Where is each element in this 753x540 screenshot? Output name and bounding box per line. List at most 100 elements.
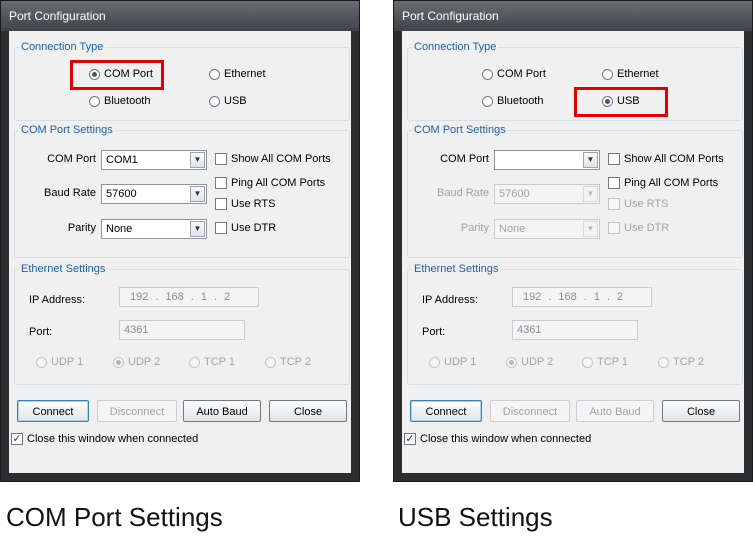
checkbox-box bbox=[215, 222, 227, 234]
ping-all-com-ports-checkbox[interactable]: Ping All COM Ports bbox=[215, 177, 325, 189]
radio-dot-icon bbox=[209, 95, 220, 107]
auto-baud-button[interactable]: Auto Baud bbox=[576, 400, 654, 422]
ip-octet: 2 bbox=[617, 291, 624, 303]
disconnect-button[interactable]: Disconnect bbox=[97, 400, 177, 422]
baud-rate-label: Baud Rate bbox=[44, 187, 96, 199]
chevron-down-icon[interactable]: ▼ bbox=[583, 152, 598, 168]
radio-label: TCP 1 bbox=[597, 356, 628, 368]
checkbox-label: Use DTR bbox=[231, 222, 277, 234]
radio-udp2[interactable]: UDP 2 bbox=[506, 356, 553, 368]
radio-tcp2[interactable]: TCP 2 bbox=[658, 356, 704, 368]
use-rts-checkbox[interactable]: Use RTS bbox=[608, 198, 668, 210]
radio-bluetooth[interactable]: Bluetooth bbox=[89, 95, 150, 107]
radio-tcp1[interactable]: TCP 1 bbox=[189, 356, 235, 368]
window-title: Port Configuration bbox=[394, 1, 752, 31]
ip-octet: 192 bbox=[130, 291, 149, 303]
ip-octet: 1 bbox=[200, 291, 207, 303]
radio-udp1[interactable]: UDP 1 bbox=[36, 356, 83, 368]
radio-ethernet[interactable]: Ethernet bbox=[209, 68, 266, 80]
ip-address-field[interactable]: 192. 168. 1. 2 bbox=[512, 287, 652, 307]
show-all-com-ports-checkbox[interactable]: Show All COM Ports bbox=[608, 153, 724, 165]
chevron-down-icon[interactable]: ▼ bbox=[583, 186, 598, 202]
baud-rate-select[interactable]: 57600 ▼ bbox=[101, 184, 207, 204]
radio-com-port[interactable]: COM Port bbox=[482, 68, 546, 80]
com-port-select[interactable]: ▼ bbox=[494, 150, 600, 170]
checkbox-label: Close this window when connected bbox=[420, 433, 592, 445]
radio-dot-icon bbox=[265, 356, 276, 368]
checkbox-label: Use RTS bbox=[624, 198, 669, 210]
radio-label: UDP 2 bbox=[128, 356, 161, 368]
checkbox-box bbox=[215, 153, 227, 165]
chevron-down-icon[interactable]: ▼ bbox=[190, 221, 205, 237]
checkbox-label: Use DTR bbox=[624, 222, 670, 234]
com-port-select[interactable]: COM1 ▼ bbox=[101, 150, 207, 170]
radio-udp1[interactable]: UDP 1 bbox=[429, 356, 476, 368]
radio-label: UDP 1 bbox=[51, 356, 84, 368]
radio-tcp1[interactable]: TCP 1 bbox=[582, 356, 628, 368]
radio-dot-icon bbox=[506, 356, 517, 368]
chevron-down-icon[interactable]: ▼ bbox=[583, 221, 598, 237]
radio-label: Ethernet bbox=[617, 68, 659, 80]
checkbox-label: Use RTS bbox=[231, 198, 276, 210]
radio-dot-icon bbox=[429, 356, 440, 368]
radio-label: USB bbox=[224, 95, 247, 107]
com-port-label: COM Port bbox=[440, 153, 489, 165]
disconnect-button[interactable]: Disconnect bbox=[490, 400, 570, 422]
radio-label: TCP 1 bbox=[204, 356, 235, 368]
checkbox-label: Ping All COM Ports bbox=[624, 177, 719, 189]
baud-rate-label: Baud Rate bbox=[437, 187, 489, 199]
close-when-connected-checkbox[interactable]: ✓ Close this window when connected bbox=[11, 433, 198, 445]
caption-usb-settings: USB Settings bbox=[398, 502, 553, 532]
window-title: Port Configuration bbox=[1, 1, 359, 31]
use-rts-checkbox[interactable]: Use RTS bbox=[215, 198, 275, 210]
close-button[interactable]: Close bbox=[269, 400, 347, 422]
radio-dot-icon bbox=[209, 68, 220, 80]
close-when-connected-checkbox[interactable]: ✓ Close this window when connected bbox=[404, 433, 591, 445]
radio-label: UDP 1 bbox=[444, 356, 477, 368]
radio-label: UDP 2 bbox=[521, 356, 554, 368]
checkbox-box bbox=[608, 177, 620, 189]
ping-all-com-ports-checkbox[interactable]: Ping All COM Ports bbox=[608, 177, 718, 189]
ip-address-field[interactable]: 192. 168. 1. 2 bbox=[119, 287, 259, 307]
ip-address-label: IP Address: bbox=[29, 294, 86, 306]
com-port-settings-legend: COM Port Settings bbox=[414, 124, 506, 136]
ethernet-settings-legend: Ethernet Settings bbox=[414, 263, 499, 275]
port-field[interactable]: 4361 bbox=[119, 320, 245, 340]
connect-button[interactable]: Connect bbox=[17, 400, 89, 422]
baud-rate-value: 57600 bbox=[499, 188, 530, 200]
radio-label: TCP 2 bbox=[673, 356, 704, 368]
chevron-down-icon[interactable]: ▼ bbox=[190, 186, 205, 202]
radio-dot-icon bbox=[482, 68, 493, 80]
baud-rate-select[interactable]: 57600 ▼ bbox=[494, 184, 600, 204]
radio-dot-icon bbox=[36, 356, 47, 368]
radio-tcp2[interactable]: TCP 2 bbox=[265, 356, 311, 368]
use-dtr-checkbox[interactable]: Use DTR bbox=[215, 222, 276, 234]
selection-highlight-box bbox=[70, 60, 164, 90]
radio-ethernet[interactable]: Ethernet bbox=[602, 68, 659, 80]
radio-bluetooth[interactable]: Bluetooth bbox=[482, 95, 543, 107]
radio-dot-icon bbox=[89, 95, 100, 107]
radio-dot-icon bbox=[113, 356, 124, 368]
parity-select[interactable]: None ▼ bbox=[101, 219, 207, 239]
ip-octet: 168 bbox=[165, 291, 184, 303]
radio-dot-icon bbox=[658, 356, 669, 368]
use-dtr-checkbox[interactable]: Use DTR bbox=[608, 222, 669, 234]
radio-label: COM Port bbox=[497, 68, 546, 80]
ethernet-settings-legend: Ethernet Settings bbox=[21, 263, 106, 275]
checkbox-label: Close this window when connected bbox=[27, 433, 199, 445]
checkbox-box bbox=[215, 177, 227, 189]
ip-address-label: IP Address: bbox=[422, 294, 479, 306]
port-configuration-window-com: Port Configuration Connection Type COM P… bbox=[0, 0, 360, 482]
close-button[interactable]: Close bbox=[662, 400, 740, 422]
checkbox-label: Show All COM Ports bbox=[624, 153, 724, 165]
radio-usb[interactable]: USB bbox=[209, 95, 247, 107]
connect-button[interactable]: Connect bbox=[410, 400, 482, 422]
port-field[interactable]: 4361 bbox=[512, 320, 638, 340]
chevron-down-icon[interactable]: ▼ bbox=[190, 152, 205, 168]
radio-udp2[interactable]: UDP 2 bbox=[113, 356, 160, 368]
parity-value: None bbox=[499, 223, 526, 235]
auto-baud-button[interactable]: Auto Baud bbox=[183, 400, 261, 422]
show-all-com-ports-checkbox[interactable]: Show All COM Ports bbox=[215, 153, 331, 165]
port-configuration-window-usb: Port Configuration Connection Type COM P… bbox=[393, 0, 753, 482]
parity-select[interactable]: None ▼ bbox=[494, 219, 600, 239]
